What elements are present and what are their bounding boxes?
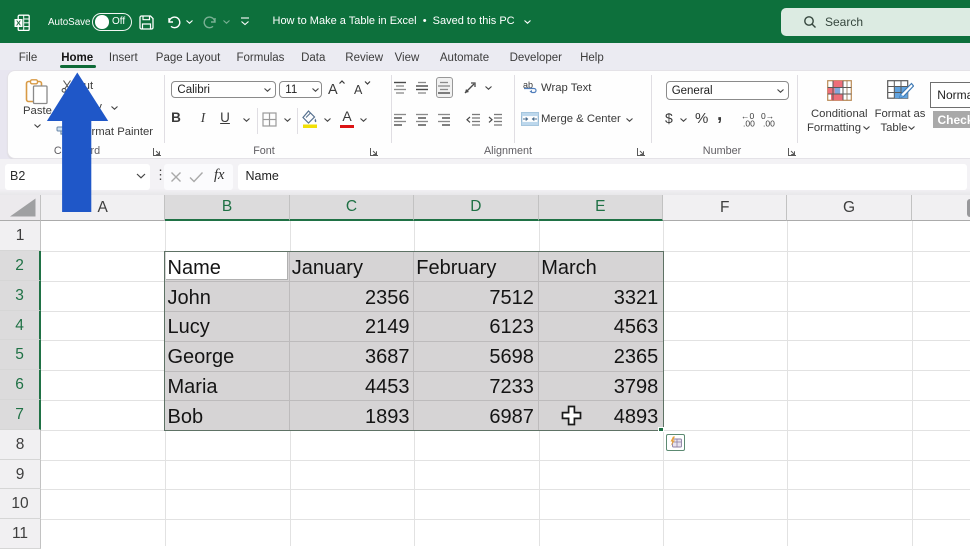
svg-text:.00: .00 [763,119,775,128]
svg-text:.00: .00 [743,119,755,128]
svg-text:A: A [354,83,363,97]
svg-text:A: A [328,82,338,97]
